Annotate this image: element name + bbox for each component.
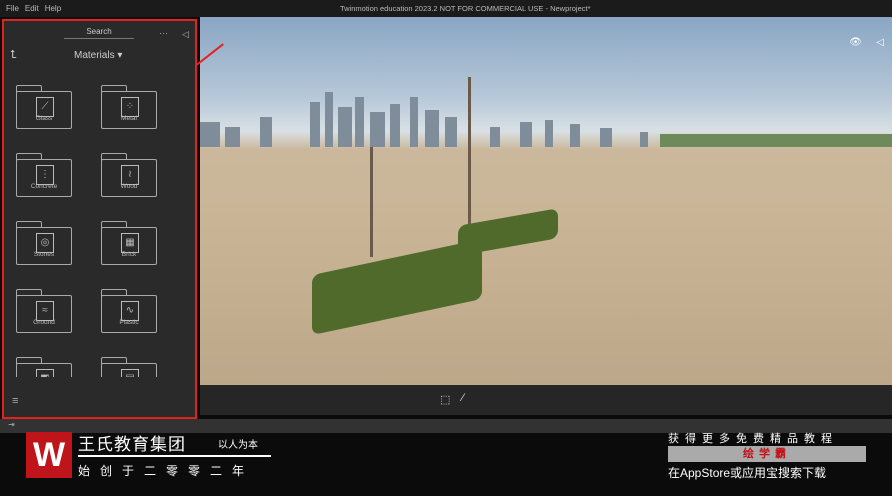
tree: [370, 147, 373, 257]
brick-icon: ▦: [121, 233, 139, 253]
tile-label: Plastic: [119, 319, 139, 326]
material-icon: ▤: [121, 369, 139, 377]
motto: 以人为本: [218, 440, 258, 451]
wood-icon: ≀: [121, 165, 139, 185]
menu-help[interactable]: Help: [45, 4, 61, 13]
folder-concrete[interactable]: ⋮ Concrete: [16, 153, 74, 197]
tile-label: Stones: [33, 251, 55, 258]
folder-glass[interactable]: ⟋ Glass: [16, 85, 74, 129]
org-name: 王氏教育集团: [78, 435, 186, 454]
brand-logo: W: [26, 432, 72, 478]
tile-label: Concrete: [30, 183, 58, 190]
concrete-icon: ⋮: [36, 165, 54, 185]
search-input[interactable]: Search: [64, 27, 134, 39]
back-up-icon[interactable]: ⮤: [10, 49, 17, 62]
folder-stones[interactable]: ◎ Stones: [16, 221, 74, 265]
material-grid: ⟋ Glass ⁘ Metal ⋮ Concrete ≀ Wood ◎ Stones ▦ B…: [16, 85, 186, 377]
menu-bar: File Edit Help Twinmotion education 2023…: [0, 0, 892, 17]
material-icon: ◩: [36, 369, 54, 377]
ground-icon: ≈: [36, 301, 54, 321]
tile-label: Wood: [120, 183, 138, 190]
tile-label: Metal: [121, 115, 137, 122]
menu-file[interactable]: File: [6, 4, 19, 13]
folder-partial[interactable]: ▤: [101, 357, 159, 377]
exit-icon[interactable]: ⇥: [8, 420, 15, 429]
metal-icon: ⁘: [121, 97, 139, 117]
tile-label: Brick: [121, 251, 137, 258]
tile-label: Glass: [35, 115, 53, 122]
stones-icon: ◎: [36, 233, 54, 253]
tile-label: Ground: [33, 319, 55, 326]
promo-text: 获得更多免费精品教程: [668, 433, 838, 445]
menu-icon[interactable]: ≡: [12, 395, 18, 407]
folder-wood[interactable]: ≀ Wood: [101, 153, 159, 197]
library-panel: Search ··· ◁ ⮤ Materials ▾ ⟋ Glass ⁘ Metal…: [2, 19, 197, 419]
frame-selection-icon[interactable]: ⬚: [440, 393, 450, 406]
more-options-icon[interactable]: ···: [159, 28, 168, 38]
hedge: [312, 238, 482, 336]
collapse-panel-icon[interactable]: ◁: [182, 29, 189, 40]
folder-metal[interactable]: ⁘ Metal: [101, 85, 159, 129]
founded-text: 始创于二零零二年: [78, 464, 255, 478]
3d-viewport[interactable]: 👁 ◁: [200, 17, 892, 385]
window-title: Twinmotion education 2023.2 NOT FOR COMM…: [340, 4, 591, 13]
folder-brick[interactable]: ▦ Brick: [101, 221, 159, 265]
eyedropper-icon[interactable]: ⁄: [462, 392, 464, 404]
viewport-toolbar: ⬚ ⁄: [200, 385, 892, 415]
visibility-icon[interactable]: 👁: [849, 37, 862, 48]
tree: [468, 77, 471, 237]
hedge: [458, 208, 558, 256]
glass-icon: ⟋: [36, 97, 54, 117]
divider: [78, 455, 271, 457]
folder-ground[interactable]: ≈ Ground: [16, 289, 74, 333]
promo-app-name: 绘学霸: [668, 446, 866, 462]
plastic-icon: ∿: [121, 301, 139, 321]
menu-edit[interactable]: Edit: [25, 4, 39, 13]
promo-download: 在AppStore或应用宝搜索下载: [668, 466, 827, 480]
folder-partial[interactable]: ◩: [16, 357, 74, 377]
city-skyline: [200, 92, 892, 147]
collapse-right-icon[interactable]: ◁: [876, 37, 884, 48]
category-dropdown[interactable]: Materials ▾: [74, 50, 122, 61]
folder-plastic[interactable]: ∿ Plastic: [101, 289, 159, 333]
